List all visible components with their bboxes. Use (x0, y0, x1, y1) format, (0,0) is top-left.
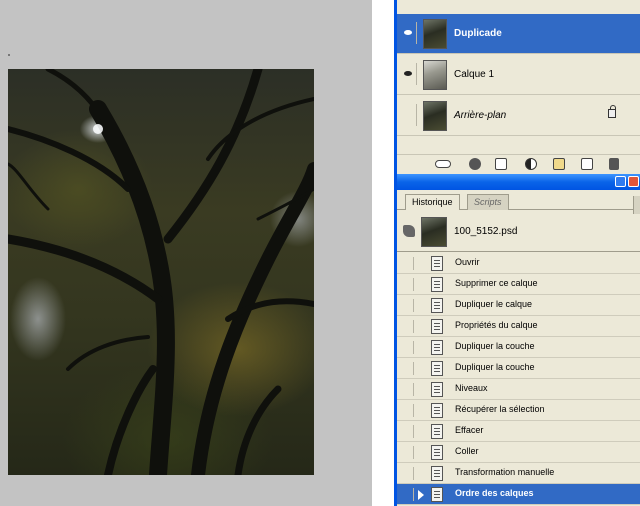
history-item[interactable]: Récupérer la sélection (397, 400, 640, 421)
history-item[interactable]: Dupliquer le calque (397, 295, 640, 316)
document-icon (431, 445, 443, 460)
trash-icon[interactable] (609, 158, 619, 170)
document-icon (431, 277, 443, 292)
eye-icon (404, 71, 412, 76)
palette-titlebar[interactable] (397, 174, 640, 190)
tab-historique[interactable]: Historique (405, 194, 460, 210)
history-item[interactable]: Transformation manuelle (397, 463, 640, 484)
history-brush-slot[interactable] (401, 467, 414, 480)
close-icon[interactable] (628, 176, 639, 187)
history-brush-slot[interactable] (401, 425, 414, 438)
new-layer-icon[interactable] (581, 158, 593, 170)
history-label: Récupérer la sélection (455, 404, 545, 414)
document-icon (431, 340, 443, 355)
visibility-toggle[interactable] (399, 63, 417, 85)
history-label: Supprimer ce calque (455, 278, 538, 288)
history-label: Niveaux (455, 383, 488, 393)
visibility-toggle[interactable] (399, 104, 417, 126)
history-item[interactable]: Ouvrir (397, 253, 640, 274)
history-label: Effacer (455, 425, 484, 435)
document-icon (431, 256, 443, 271)
history-item[interactable]: Dupliquer la couche (397, 337, 640, 358)
document-icon (431, 382, 443, 397)
history-brush-icon[interactable] (403, 225, 415, 237)
history-brush-slot[interactable] (401, 404, 414, 417)
current-state-arrow-icon (418, 490, 424, 500)
layer-name: Calque 1 (454, 69, 495, 80)
document-icon (431, 466, 443, 481)
document-canvas-area[interactable] (0, 0, 372, 506)
document-icon (431, 298, 443, 313)
history-snapshot[interactable]: 100_5152.psd (397, 212, 640, 252)
history-brush-slot[interactable] (401, 320, 414, 333)
history-label: Propriétés du calque (455, 320, 538, 330)
history-label: Dupliquer la couche (455, 341, 535, 351)
snapshot-thumbnail (421, 217, 447, 247)
history-label: Ouvrir (455, 257, 480, 267)
layer-row-arriere-plan[interactable]: Arrière-plan (397, 96, 640, 136)
layer-thumbnail (423, 60, 447, 90)
history-item[interactable]: Propriétés du calque (397, 316, 640, 337)
history-tab-strip: Historique Scripts (397, 192, 640, 210)
layer-row-calque-1[interactable]: Calque 1 (397, 55, 640, 95)
mask-icon[interactable] (495, 158, 507, 170)
link-icon[interactable] (435, 160, 451, 168)
snapshot-name: 100_5152.psd (454, 226, 518, 237)
history-label: Transformation manuelle (455, 467, 555, 477)
layer-thumbnail (423, 19, 447, 49)
history-brush-slot[interactable] (401, 299, 414, 312)
layer-row-duplicade[interactable]: Duplicade (397, 14, 640, 54)
folder-icon[interactable] (553, 158, 565, 170)
lock-icon (608, 105, 616, 118)
layer-thumbnail (423, 101, 447, 131)
layer-style-icon[interactable] (469, 158, 481, 170)
history-item[interactable]: Supprimer ce calque (397, 274, 640, 295)
history-label: Coller (455, 446, 479, 456)
history-item[interactable]: Effacer (397, 421, 640, 442)
layer-name: Arrière-plan (454, 110, 507, 121)
history-label: Dupliquer la couche (455, 362, 535, 372)
adjustment-icon[interactable] (525, 158, 537, 170)
history-item[interactable]: Niveaux (397, 379, 640, 400)
history-brush-slot[interactable] (401, 257, 414, 270)
document-icon (431, 487, 443, 502)
history-label: Dupliquer le calque (455, 299, 533, 309)
layers-toolbar (397, 154, 640, 172)
document-icon (431, 361, 443, 376)
canvas-marker (8, 54, 10, 56)
tab-scripts[interactable]: Scripts (467, 194, 509, 210)
visibility-toggle[interactable] (399, 22, 417, 44)
eye-icon (404, 30, 412, 35)
history-brush-slot[interactable] (401, 383, 414, 396)
document-icon (431, 403, 443, 418)
tree-photo[interactable] (8, 69, 314, 475)
history-brush-slot[interactable] (401, 446, 414, 459)
document-icon (431, 319, 443, 334)
history-brush-slot[interactable] (401, 362, 414, 375)
history-brush-slot[interactable] (401, 488, 414, 501)
layer-name: Duplicade (454, 28, 502, 39)
history-brush-slot[interactable] (401, 278, 414, 291)
tree-branches (8, 69, 314, 475)
minimize-icon[interactable] (615, 176, 626, 187)
history-item[interactable]: Dupliquer la couche (397, 358, 640, 379)
history-item-selected[interactable]: Ordre des calques (397, 484, 640, 505)
history-item[interactable]: Coller (397, 442, 640, 463)
history-list: Ouvrir Supprimer ce calque Dupliquer le … (397, 253, 640, 505)
document-icon (431, 424, 443, 439)
history-brush-slot[interactable] (401, 341, 414, 354)
history-label: Ordre des calques (455, 488, 534, 498)
